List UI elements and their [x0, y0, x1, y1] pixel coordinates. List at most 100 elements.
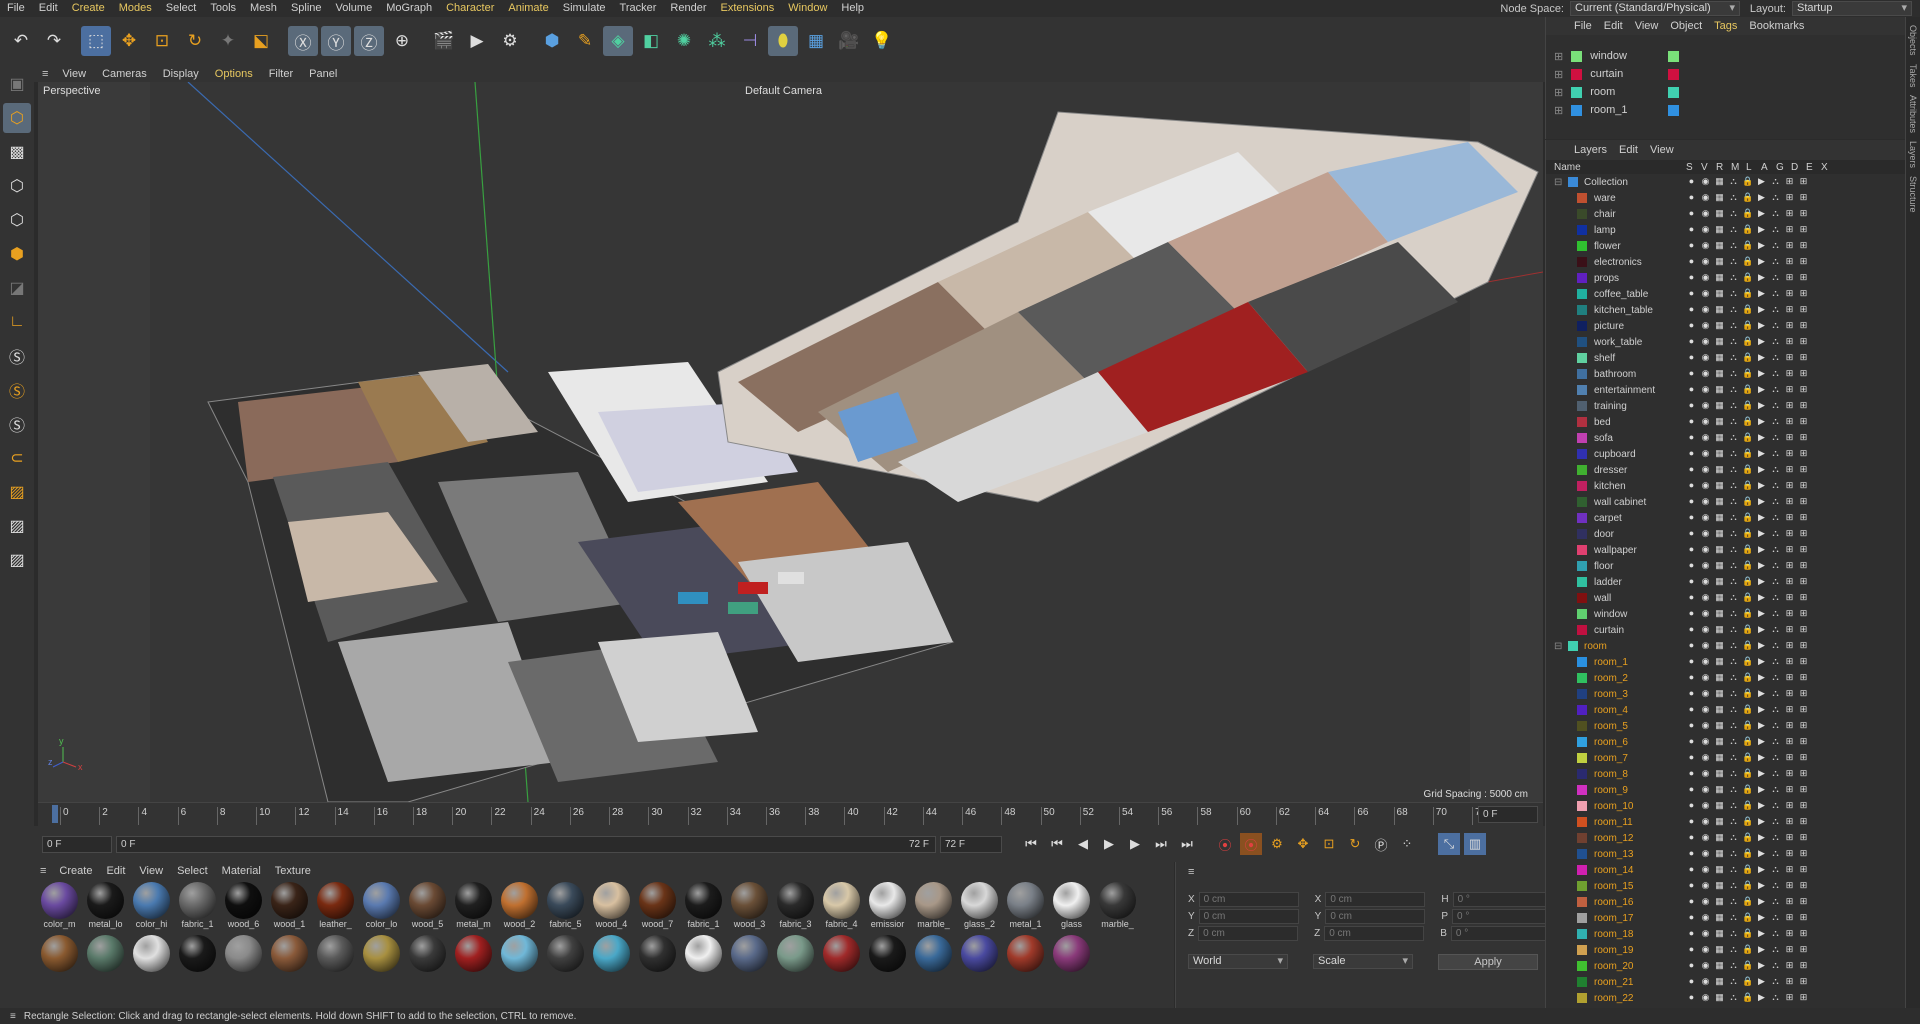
layer-toggle-icon[interactable]: ▦	[1714, 432, 1725, 443]
layer-row[interactable]: wall ● ◉ ▦ ⛬ 🔒 ▶ ⛬ ⊞ ⊞	[1546, 590, 1905, 606]
layer-toggle-icon[interactable]: ●	[1686, 592, 1697, 603]
layer-row[interactable]: bed ● ◉ ▦ ⛬ 🔒 ▶ ⛬ ⊞ ⊞	[1546, 414, 1905, 430]
extrude-generator-icon[interactable]: ◧	[636, 26, 666, 56]
layer-toggle-icon[interactable]: ●	[1686, 288, 1697, 299]
layer-toggle-icon[interactable]: 🔒	[1742, 544, 1753, 555]
layer-toggle-icon[interactable]: ⊞	[1798, 368, 1809, 379]
layer-row[interactable]: kitchen_table ● ◉ ▦ ⛬ 🔒 ▶ ⛬ ⊞ ⊞	[1546, 302, 1905, 318]
layer-toggle-icon[interactable]: ▶	[1756, 544, 1767, 555]
layer-toggle-icon[interactable]: ▦	[1714, 688, 1725, 699]
layer-toggle-icon[interactable]: ●	[1686, 608, 1697, 619]
layer-toggle-icon[interactable]: ⊞	[1784, 928, 1795, 939]
layer-toggle-icon[interactable]: ▦	[1714, 848, 1725, 859]
viewport-menu-options[interactable]: Options	[207, 68, 261, 80]
layer-toggle-icon[interactable]: ⛬	[1770, 528, 1781, 539]
layer-toggle-icon[interactable]: ▦	[1714, 480, 1725, 491]
layer-toggle-icon[interactable]: ▶	[1756, 448, 1767, 459]
layer-toggle-icon[interactable]: 🔒	[1742, 240, 1753, 251]
layer-toggle-icon[interactable]: ⊞	[1798, 944, 1809, 955]
layer-toggle-icon[interactable]: ▶	[1756, 608, 1767, 619]
layer-toggle-icon[interactable]: ⛬	[1770, 224, 1781, 235]
layer-color[interactable]	[1577, 609, 1587, 619]
layer-toggle-icon[interactable]: 🔒	[1742, 752, 1753, 763]
hamburger-icon[interactable]: ≡	[1188, 866, 1194, 878]
rotation-field[interactable]: 0 °	[1450, 926, 1551, 941]
material-swatch[interactable]: emissior	[868, 882, 907, 931]
layer-row[interactable]: props ● ◉ ▦ ⛬ 🔒 ▶ ⛬ ⊞ ⊞	[1546, 270, 1905, 286]
layer-column-header[interactable]: A	[1761, 162, 1768, 173]
layer-toggle-icon[interactable]: 🔒	[1742, 512, 1753, 523]
layer-toggle-icon[interactable]: ⊞	[1784, 896, 1795, 907]
sound-icon[interactable]: ▥	[1464, 833, 1486, 855]
layer-toggle-icon[interactable]: ▦	[1714, 528, 1725, 539]
layers-menu-view[interactable]: View	[1644, 144, 1680, 156]
layer-toggle-icon[interactable]: ▦	[1714, 736, 1725, 747]
layer-toggle-icon[interactable]: ⊞	[1798, 272, 1809, 283]
layer-toggle-icon[interactable]: ⊞	[1784, 624, 1795, 635]
layer-toggle-icon[interactable]: ⛬	[1770, 624, 1781, 635]
layer-toggle-icon[interactable]: ▦	[1714, 448, 1725, 459]
layer-toggle-icon[interactable]: ▶	[1756, 272, 1767, 283]
layer-toggle-icon[interactable]: ●	[1686, 752, 1697, 763]
layer-toggle-icon[interactable]: ▶	[1756, 256, 1767, 267]
layer-toggle-icon[interactable]: ▶	[1756, 768, 1767, 779]
layer-color[interactable]	[1577, 801, 1587, 811]
layer-toggle-icon[interactable]: ⛬	[1728, 592, 1739, 603]
layer-toggle-icon[interactable]: 🔒	[1742, 896, 1753, 907]
layer-toggle-icon[interactable]: ⊞	[1784, 240, 1795, 251]
key-pla-icon[interactable]: ⁘	[1396, 833, 1418, 855]
layer-toggle-icon[interactable]: 🔒	[1742, 480, 1753, 491]
layer-toggle-icon[interactable]: ●	[1686, 720, 1697, 731]
layer-column-header[interactable]: D	[1791, 162, 1798, 173]
layer-toggle-icon[interactable]: 🔒	[1742, 528, 1753, 539]
key-rotation-icon[interactable]: ↻	[1344, 833, 1366, 855]
object-menu-view[interactable]: View	[1629, 20, 1665, 32]
expand-icon[interactable]: ⊞	[1554, 104, 1563, 117]
layer-row[interactable]: room_9 ● ◉ ▦ ⛬ 🔒 ▶ ⛬ ⊞ ⊞	[1546, 782, 1905, 798]
layer-toggle-icon[interactable]: ●	[1686, 912, 1697, 923]
layer-row[interactable]: ⊟ Collection ● ◉ ▦ ⛬ 🔒 ▶ ⛬ ⊞ ⊞	[1546, 174, 1905, 190]
layer-toggle-icon[interactable]: ●	[1686, 400, 1697, 411]
layer-column-header[interactable]: S	[1686, 162, 1693, 173]
layer-toggle-icon[interactable]: ◉	[1700, 832, 1711, 843]
layer-toggle-icon[interactable]: ⛬	[1728, 640, 1739, 651]
layer-color[interactable]	[1577, 865, 1587, 875]
layer-toggle-icon[interactable]: ⛬	[1770, 432, 1781, 443]
layer-toggle-icon[interactable]: ⊞	[1784, 432, 1795, 443]
layer-toggle-icon[interactable]: ▶	[1756, 528, 1767, 539]
material-menu-select[interactable]: Select	[170, 865, 215, 877]
layer-toggle-icon[interactable]: ⛬	[1728, 688, 1739, 699]
texture-mode-icon[interactable]: ▩	[3, 137, 31, 167]
layer-toggle-icon[interactable]: ●	[1686, 480, 1697, 491]
uv-mode-icon[interactable]: ◪	[3, 273, 31, 303]
layer-toggle-icon[interactable]: 🔒	[1742, 768, 1753, 779]
layer-toggle-icon[interactable]: ▦	[1714, 400, 1725, 411]
scale-tool-icon[interactable]: ⊡	[147, 26, 177, 56]
material-menu-edit[interactable]: Edit	[99, 865, 132, 877]
layer-toggle-icon[interactable]: 🔒	[1742, 352, 1753, 363]
layer-toggle-icon[interactable]: ▦	[1714, 544, 1725, 555]
material-swatch[interactable]: fabric_1	[178, 882, 217, 931]
layer-toggle-icon[interactable]: ◉	[1700, 480, 1711, 491]
layer-toggle-icon[interactable]: ⛬	[1728, 512, 1739, 523]
material-swatch[interactable]: metal_1	[1006, 882, 1045, 931]
layer-toggle-icon[interactable]: ⛬	[1728, 384, 1739, 395]
points-mode-icon[interactable]: ⬡	[3, 171, 31, 201]
layer-toggle-icon[interactable]: ⛬	[1728, 608, 1739, 619]
layer-toggle-icon[interactable]: 🔒	[1742, 592, 1753, 603]
layer-color[interactable]	[1577, 225, 1587, 235]
layer-row[interactable]: room_14 ● ◉ ▦ ⛬ 🔒 ▶ ⛬ ⊞ ⊞	[1546, 862, 1905, 878]
axis-mode-icon[interactable]: ∟	[3, 307, 31, 337]
menu-spline[interactable]: Spline	[284, 0, 329, 17]
layer-toggle-icon[interactable]: 🔒	[1742, 560, 1753, 571]
layer-toggle-icon[interactable]: ⛬	[1728, 432, 1739, 443]
layer-toggle-icon[interactable]: ▦	[1714, 960, 1725, 971]
go-to-start-icon[interactable]: ⏮	[1020, 833, 1042, 855]
layer-toggle-icon[interactable]: ▦	[1714, 928, 1725, 939]
side-tab-objects[interactable]: Objects	[1906, 25, 1918, 56]
edges-mode-icon[interactable]: ⬡	[3, 205, 31, 235]
layer-toggle-icon[interactable]: ◉	[1700, 192, 1711, 203]
material-swatch[interactable]: marble_	[1098, 882, 1137, 931]
object-row[interactable]: ⊞ room_1	[1546, 101, 1905, 119]
viewport-perspective[interactable]: z y x Perspective Default Camera Grid Sp…	[38, 82, 1543, 802]
